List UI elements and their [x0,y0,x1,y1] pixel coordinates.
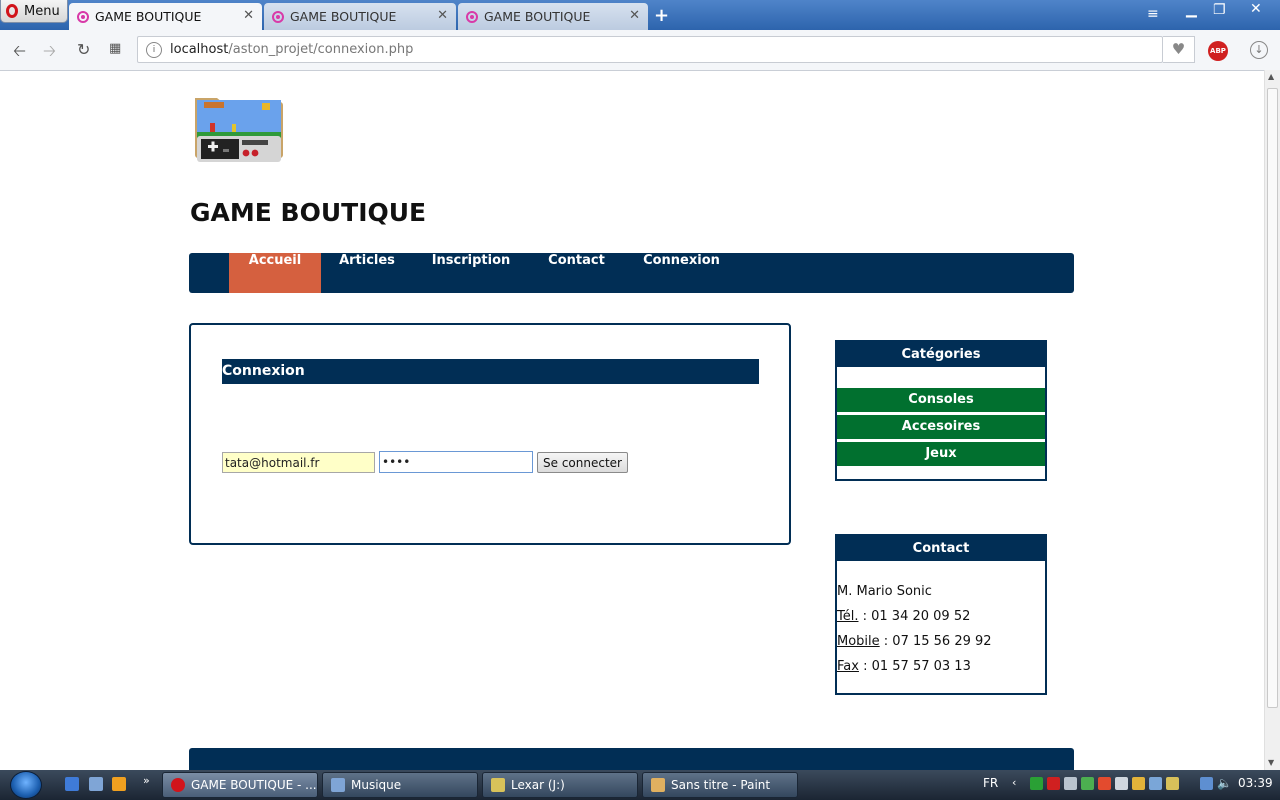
acrobat-icon[interactable] [1047,777,1060,790]
restore-icon[interactable]: ❐ [1213,2,1226,18]
close-tab-icon[interactable]: ✕ [437,8,448,23]
opera-menu-button[interactable]: Menu [0,0,68,23]
taskbar-button-lexar[interactable]: Lexar (J:) [482,772,638,798]
url-input[interactable]: i localhost/aston_projet/connexion.php [137,36,1163,63]
taskbar-button-musique[interactable]: Musique [322,772,478,798]
categories-heading: Catégories [837,342,1045,367]
categories-panel: Catégories Consoles Accesoires Jeux [835,340,1047,481]
browser-tab-1[interactable]: GAME BOUTIQUE ✕ [69,3,262,30]
mobile-value: : 07 15 56 29 92 [879,634,992,649]
tray-app-icon[interactable] [1098,777,1111,790]
url-path: /aston_projet/connexion.php [228,42,414,57]
clock[interactable]: 03:39 [1238,776,1273,790]
opera-logo-icon [6,4,18,18]
minimize-icon[interactable]: ▁ [1186,2,1197,18]
tray-expand-icon[interactable]: ‹ [1012,776,1016,789]
category-jeux[interactable]: Jeux [837,442,1045,466]
tel-value: : 01 34 20 09 52 [858,609,971,624]
contact-body: M. Mario Sonic Tél. : 01 34 20 09 52 Mob… [837,561,1045,679]
tab-title: GAME BOUTIQUE [95,9,202,24]
taskbar-button-paint[interactable]: Sans titre - Paint [642,772,798,798]
scroll-thumb[interactable] [1267,88,1278,708]
close-tab-icon[interactable]: ✕ [243,8,254,23]
opera-icon [171,778,185,792]
site-favicon-icon [272,10,284,23]
reload-icon[interactable]: ↻ [77,40,90,59]
speed-dial-icon[interactable]: ▦ [109,41,121,56]
media-player-icon[interactable] [112,777,126,791]
game-folder-logo-icon [195,98,283,162]
taskbar-button-browser[interactable]: GAME BOUTIQUE - ... [162,772,318,798]
tray-app-icon[interactable] [1115,777,1128,790]
tray-app-icon[interactable] [1132,777,1145,790]
forward-icon[interactable]: 🡢 [43,40,56,67]
site-title: GAME BOUTIQUE [190,198,427,227]
contact-name: M. Mario Sonic [837,584,932,599]
nav-contact[interactable]: Contact [529,253,624,293]
fax-value: : 01 57 57 03 13 [858,659,971,674]
tab-title: GAME BOUTIQUE [290,9,397,24]
tel-label: Tél. [837,609,859,624]
language-indicator[interactable]: FR [983,776,998,790]
tab-title: GAME BOUTIQUE [484,9,591,24]
category-accesoires[interactable]: Accesoires [837,415,1045,439]
url-host: localhost [170,42,229,57]
page-scrollbar[interactable]: ▲ ▼ [1264,70,1280,770]
address-bar: 🡠 🡢 ↻ ▦ i localhost/aston_projet/connexi… [0,30,1280,71]
menu-label: Menu [24,3,60,19]
new-tab-icon[interactable]: + [654,5,669,26]
contact-mobile: Mobile : 07 15 56 29 92 [837,629,1045,654]
fax-label: Fax [837,659,859,674]
nvidia-icon[interactable] [1081,777,1094,790]
start-button[interactable] [10,771,42,799]
mobile-label: Mobile [837,634,880,649]
volume-icon[interactable]: 🔈 [1217,776,1232,790]
network-icon[interactable] [1200,777,1213,790]
site-info-icon[interactable]: i [146,41,162,58]
close-window-icon[interactable]: ✕ [1250,1,1262,17]
tray-app-icon[interactable] [1030,777,1043,790]
drive-icon [491,778,505,792]
contact-tel: Tél. : 01 34 20 09 52 [837,604,1045,629]
login-panel: Connexion Se connecter [189,323,791,545]
nav-accueil[interactable]: Accueil [229,253,321,293]
browser-tab-bar: Menu GAME BOUTIQUE ✕ GAME BOUTIQUE ✕ GAM… [0,0,1280,30]
nav-connexion[interactable]: Connexion [634,253,729,293]
contact-heading: Contact [837,536,1045,561]
folder-icon [331,778,345,792]
scroll-up-icon[interactable]: ▲ [1268,72,1274,81]
login-submit-button[interactable]: Se connecter [537,452,628,473]
main-nav: Accueil Articles Inscription Contact Con… [189,253,1074,293]
contact-panel: Contact M. Mario Sonic Tél. : 01 34 20 0… [835,534,1047,695]
nav-articles[interactable]: Articles [321,253,413,293]
category-consoles[interactable]: Consoles [837,388,1045,412]
tab-menu-icon[interactable]: ≡ [1147,6,1159,22]
site-favicon-icon [77,10,89,23]
site-favicon-icon [466,10,478,23]
login-heading: Connexion [222,359,759,384]
back-icon[interactable]: 🡠 [13,40,26,67]
nav-inscription[interactable]: Inscription [425,253,517,293]
download-icon[interactable]: ↓ [1250,41,1268,59]
email-field[interactable] [222,452,375,473]
quicklaunch-more-icon[interactable]: » [143,774,150,787]
site-footer [189,748,1074,770]
scroll-down-icon[interactable]: ▼ [1268,758,1274,767]
contact-fax: Fax : 01 57 57 03 13 [837,654,1045,679]
explorer-icon[interactable] [89,777,103,791]
show-desktop-icon[interactable] [65,777,79,791]
adblock-icon[interactable]: ABP [1208,41,1228,61]
password-field[interactable] [379,451,533,473]
tray-app-icon[interactable] [1166,777,1179,790]
bookmark-heart-icon[interactable]: ♥ [1163,36,1195,63]
tray-app-icon[interactable] [1149,777,1162,790]
paint-icon [651,778,665,792]
browser-tab-3[interactable]: GAME BOUTIQUE ✕ [458,3,648,30]
tray-app-icon[interactable] [1064,777,1077,790]
browser-tab-2[interactable]: GAME BOUTIQUE ✕ [264,3,456,30]
close-tab-icon[interactable]: ✕ [629,8,640,23]
site-logo[interactable] [192,92,286,164]
